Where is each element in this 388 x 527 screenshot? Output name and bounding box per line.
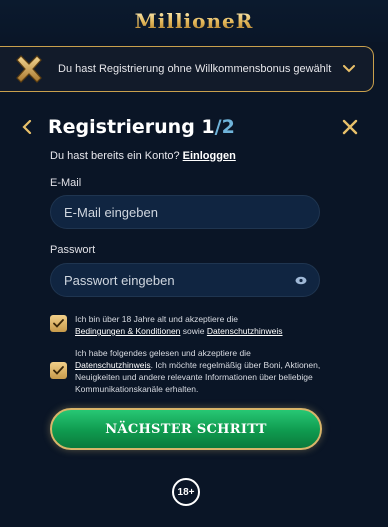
- marketing-text: Ich habe folgendes gelesen und akzeptier…: [75, 347, 332, 395]
- privacy-notice-link[interactable]: Datenschutzhinweis: [207, 326, 283, 336]
- marketing-consent-row: Ich habe folgendes gelesen und akzeptier…: [50, 347, 332, 395]
- marketing-privacy-link[interactable]: Datenschutzhinweis: [75, 360, 151, 370]
- checkmark-icon: [53, 319, 64, 328]
- terms-conditions-link[interactable]: Bedingungen & Konditionen: [75, 326, 180, 336]
- terms-checkbox[interactable]: [50, 315, 67, 332]
- banner-text: Du hast Registrierung ohne Willkommensbo…: [58, 63, 332, 75]
- terms-text-2: sowie: [182, 326, 205, 336]
- next-step-button[interactable]: NÄCHSTER SCHRITT: [50, 408, 322, 450]
- no-bonus-x-icon: [10, 50, 48, 88]
- eye-icon[interactable]: [295, 275, 307, 285]
- password-field-wrapper: [50, 263, 320, 297]
- email-field-wrapper: [50, 195, 320, 229]
- checkmark-icon: [53, 366, 64, 375]
- password-field[interactable]: [64, 272, 295, 288]
- terms-text-1: Ich bin über 18 Jahre alt und akzeptiere…: [75, 314, 239, 324]
- close-icon[interactable]: [342, 118, 360, 136]
- login-prompt-text: Du hast bereits ein Konto?: [50, 150, 180, 162]
- email-label: E-Mail: [50, 177, 82, 189]
- millioner-logo[interactable]: MillioneR: [135, 9, 254, 33]
- chevron-left-icon[interactable]: [22, 119, 38, 135]
- chevron-down-icon[interactable]: [339, 59, 359, 79]
- login-prompt: Du hast bereits ein Konto? Einloggen: [50, 150, 236, 162]
- terms-consent-row: Ich bin über 18 Jahre alt und akzeptiere…: [50, 313, 332, 337]
- title-text: Registrierung 1: [48, 116, 215, 138]
- site-header: MillioneR: [0, 0, 388, 42]
- login-link[interactable]: Einloggen: [183, 150, 236, 162]
- next-step-label: NÄCHSTER SCHRITT: [105, 421, 267, 437]
- bonus-selection-banner[interactable]: Du hast Registrierung ohne Willkommensbo…: [0, 46, 374, 92]
- step-indicator: /2: [214, 116, 235, 138]
- terms-text: Ich bin über 18 Jahre alt und akzeptiere…: [75, 313, 283, 337]
- age-restriction-badge: 18+: [172, 478, 200, 506]
- email-field[interactable]: [64, 204, 307, 220]
- page-title: Registrierung 1/2: [48, 116, 235, 138]
- registration-title-row: Registrierung 1/2: [22, 114, 360, 140]
- marketing-text-1: Ich habe folgendes gelesen und akzeptier…: [75, 348, 251, 358]
- marketing-checkbox[interactable]: [50, 362, 67, 379]
- password-label: Passwort: [50, 244, 96, 256]
